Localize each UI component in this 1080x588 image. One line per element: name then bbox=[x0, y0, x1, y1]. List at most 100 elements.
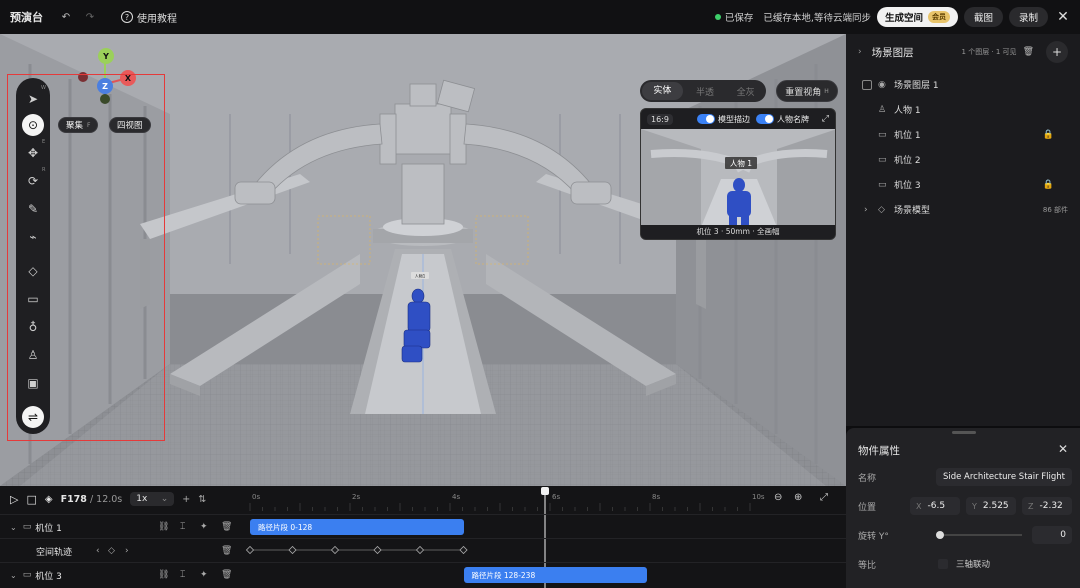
track-row-camera-1: ⌄ ▭ 机位 1 ⛓ ⌶ ✦ 🗑 路径片段 0-128 bbox=[0, 514, 846, 538]
position-row: 位置 X -6.5 Y 2.525 Z -2.32 bbox=[846, 494, 1080, 518]
track-settings-icon[interactable]: ⇅ bbox=[198, 494, 206, 505]
shading-mode-toggle: 实体 半透 全灰 bbox=[640, 80, 766, 102]
next-keyframe-icon[interactable]: › bbox=[125, 546, 129, 556]
current-frame: F178 bbox=[60, 493, 87, 505]
track-label: 机位 1 bbox=[35, 523, 62, 534]
lock-icon[interactable]: 🔒 bbox=[1043, 130, 1054, 140]
tree-item-label: 机位 3 bbox=[894, 181, 921, 191]
speed-value: 1x bbox=[136, 494, 148, 504]
rotation-slider-track[interactable] bbox=[938, 534, 1022, 536]
rotation-slider-thumb[interactable] bbox=[935, 531, 944, 539]
aspect-ratio-select[interactable]: 16:9 bbox=[647, 113, 673, 125]
shading-translucent[interactable]: 半透 bbox=[685, 85, 726, 98]
add-keyframe-icon[interactable]: ◇ bbox=[108, 546, 115, 556]
delete-track-icon[interactable]: 🗑 bbox=[221, 522, 232, 532]
expand-icon[interactable]: ⤢ bbox=[822, 114, 829, 124]
3d-viewport[interactable]: 人物1 ➤ ⊙ ✥ ⟳ ✎ ⌁ ◇ ▭ ♁ ♙ ▣ ⇌ W E R Y X Z … bbox=[0, 34, 846, 486]
track-row-camera-3: ⌄ ▭ 机位 3 ⛓ ⌶ ✦ 🗑 路径片段 128-238 bbox=[0, 562, 846, 586]
track-row-trajectory: 空间轨迹 ‹ ◇ › 🗑 bbox=[0, 538, 846, 562]
shading-gray[interactable]: 全灰 bbox=[725, 85, 766, 98]
close-icon[interactable]: ✕ bbox=[1054, 8, 1072, 26]
drag-handle[interactable] bbox=[952, 431, 976, 434]
tree-item-camera-3[interactable]: ▭ 机位 3 🔒 bbox=[846, 172, 1080, 197]
saved-label: 已保存 bbox=[724, 13, 754, 24]
ruler-label: 6s bbox=[552, 493, 560, 501]
reset-view-button[interactable]: 重置视角 H bbox=[776, 80, 838, 102]
top-bar-actions: 已保存 已缓存本地,等待云端同步 生成空间 会员 截图 录制 ✕ bbox=[714, 7, 1072, 27]
pin-icon[interactable]: ✦ bbox=[200, 570, 208, 580]
camera-icon: ▭ bbox=[878, 129, 887, 140]
fit-icon[interactable]: ⤢ bbox=[820, 492, 828, 503]
delete-layer-icon[interactable]: 🗑 bbox=[1023, 47, 1034, 57]
tree-item-camera-1[interactable]: ▭ 机位 1 🔒 bbox=[846, 122, 1080, 147]
help-label: 使用教程 bbox=[137, 13, 177, 25]
layer-checkbox[interactable] bbox=[862, 79, 872, 90]
outline-toggle-group: 模型描边 bbox=[696, 114, 750, 125]
close-properties-icon[interactable]: ✕ bbox=[1058, 442, 1068, 456]
screenshot-button[interactable]: 截图 bbox=[963, 7, 1003, 27]
expand-chevron-icon[interactable]: › bbox=[864, 205, 868, 215]
layer-row[interactable]: ◉ 场景图层 1 bbox=[846, 72, 1080, 97]
tree-item-camera-2[interactable]: ▭ 机位 2 bbox=[846, 147, 1080, 172]
position-x-field[interactable]: X -6.5 bbox=[910, 497, 960, 515]
layers-meta: 1 个图层 · 1 可见 🗑 bbox=[962, 47, 1034, 57]
track-clip[interactable]: 路径片段 128-238 bbox=[463, 567, 647, 583]
name-field[interactable]: Side Architecture Stair Flight bbox=[936, 468, 1072, 486]
track-label: 机位 3 bbox=[35, 571, 62, 582]
preview-toolbar: 16:9 模型描边 人物名牌 ⤢ bbox=[641, 109, 835, 129]
speed-select[interactable]: 1x ⌄ bbox=[130, 492, 175, 506]
tree-item-scene-model[interactable]: › ◇ 场景模型 86 部件 bbox=[846, 197, 1080, 222]
split-icon[interactable]: ⌶ bbox=[180, 570, 185, 580]
top-bar: 预演台 ↶ ↷ ? 使用教程 已保存 已缓存本地,等待云端同步 生成空间 会员 … bbox=[0, 0, 1080, 34]
gizmo-y-icon[interactable]: Y bbox=[98, 48, 114, 64]
ruler-label: 4s bbox=[452, 493, 460, 501]
shading-solid[interactable]: 实体 bbox=[642, 82, 683, 100]
zoom-in-icon[interactable]: ⊕ bbox=[794, 492, 802, 503]
reset-view-label: 重置视角 bbox=[785, 87, 822, 98]
pin-icon[interactable]: ✦ bbox=[200, 522, 208, 532]
add-layer-button[interactable]: + bbox=[1046, 41, 1068, 63]
split-icon[interactable]: ⌶ bbox=[180, 522, 185, 532]
link-icon[interactable]: ⛓ bbox=[158, 522, 169, 532]
generate-space-button[interactable]: 生成空间 会员 bbox=[876, 7, 958, 27]
highlight-box bbox=[7, 74, 165, 441]
person-icon: ♙ bbox=[878, 104, 887, 115]
collapse-chevron-icon[interactable]: ⌄ bbox=[10, 523, 17, 532]
preview-caption: 机位 3 · 50mm · 全画幅 bbox=[641, 225, 835, 239]
nameplate-label: 人物名牌 bbox=[776, 114, 809, 124]
tree-item-label: 机位 2 bbox=[894, 156, 921, 166]
track-header: ⌄ ▭ 机位 3 ⛓ ⌶ ✦ 🗑 bbox=[0, 563, 246, 587]
playhead-handle[interactable] bbox=[541, 487, 549, 495]
prev-keyframe-icon[interactable]: ‹ bbox=[96, 546, 100, 556]
rotation-field[interactable]: 0 bbox=[1032, 526, 1072, 544]
collapse-chevron-icon[interactable]: › bbox=[858, 47, 862, 57]
frame-readout: F178 / 12.0s bbox=[61, 494, 123, 505]
keyframe-icon[interactable]: ◈ bbox=[45, 494, 53, 505]
outline-toggle[interactable] bbox=[696, 114, 715, 124]
play-icon[interactable]: ▷ bbox=[10, 493, 18, 506]
nameplate-toggle[interactable] bbox=[755, 114, 774, 124]
delete-track-icon[interactable]: 🗑 bbox=[221, 570, 232, 580]
position-y-field[interactable]: Y 2.525 bbox=[966, 497, 1016, 515]
redo-icon[interactable]: ↷ bbox=[81, 8, 99, 26]
outline-label: 模型描边 bbox=[717, 114, 750, 124]
tri-axis-checkbox[interactable] bbox=[938, 559, 948, 569]
link-icon[interactable]: ⛓ bbox=[158, 570, 169, 580]
track-header: ⌄ ▭ 机位 1 ⛓ ⌶ ✦ 🗑 bbox=[0, 515, 246, 539]
track-clip[interactable]: 路径片段 0-128 bbox=[250, 519, 464, 535]
position-z-field[interactable]: Z -2.32 bbox=[1022, 497, 1072, 515]
help-link[interactable]: ? 使用教程 bbox=[121, 10, 177, 25]
collapse-chevron-icon[interactable]: ⌄ bbox=[10, 571, 17, 580]
add-track-icon[interactable]: + bbox=[182, 494, 190, 505]
scale-label: 等比 bbox=[858, 560, 877, 571]
undo-icon[interactable]: ↶ bbox=[57, 8, 75, 26]
properties-title: 物件属性 bbox=[858, 445, 900, 457]
preview-character-tag: 人物 1 bbox=[730, 158, 752, 168]
delete-track-icon[interactable]: 🗑 bbox=[221, 546, 232, 556]
visibility-eye-icon[interactable]: ◉ bbox=[878, 80, 886, 90]
tree-item-character[interactable]: ♙ 人物 1 bbox=[846, 97, 1080, 122]
lock-icon[interactable]: 🔒 bbox=[1043, 180, 1054, 190]
zoom-out-icon[interactable]: ⊖ bbox=[774, 492, 782, 503]
stop-icon[interactable]: □ bbox=[26, 493, 36, 506]
record-button[interactable]: 录制 bbox=[1008, 7, 1048, 27]
